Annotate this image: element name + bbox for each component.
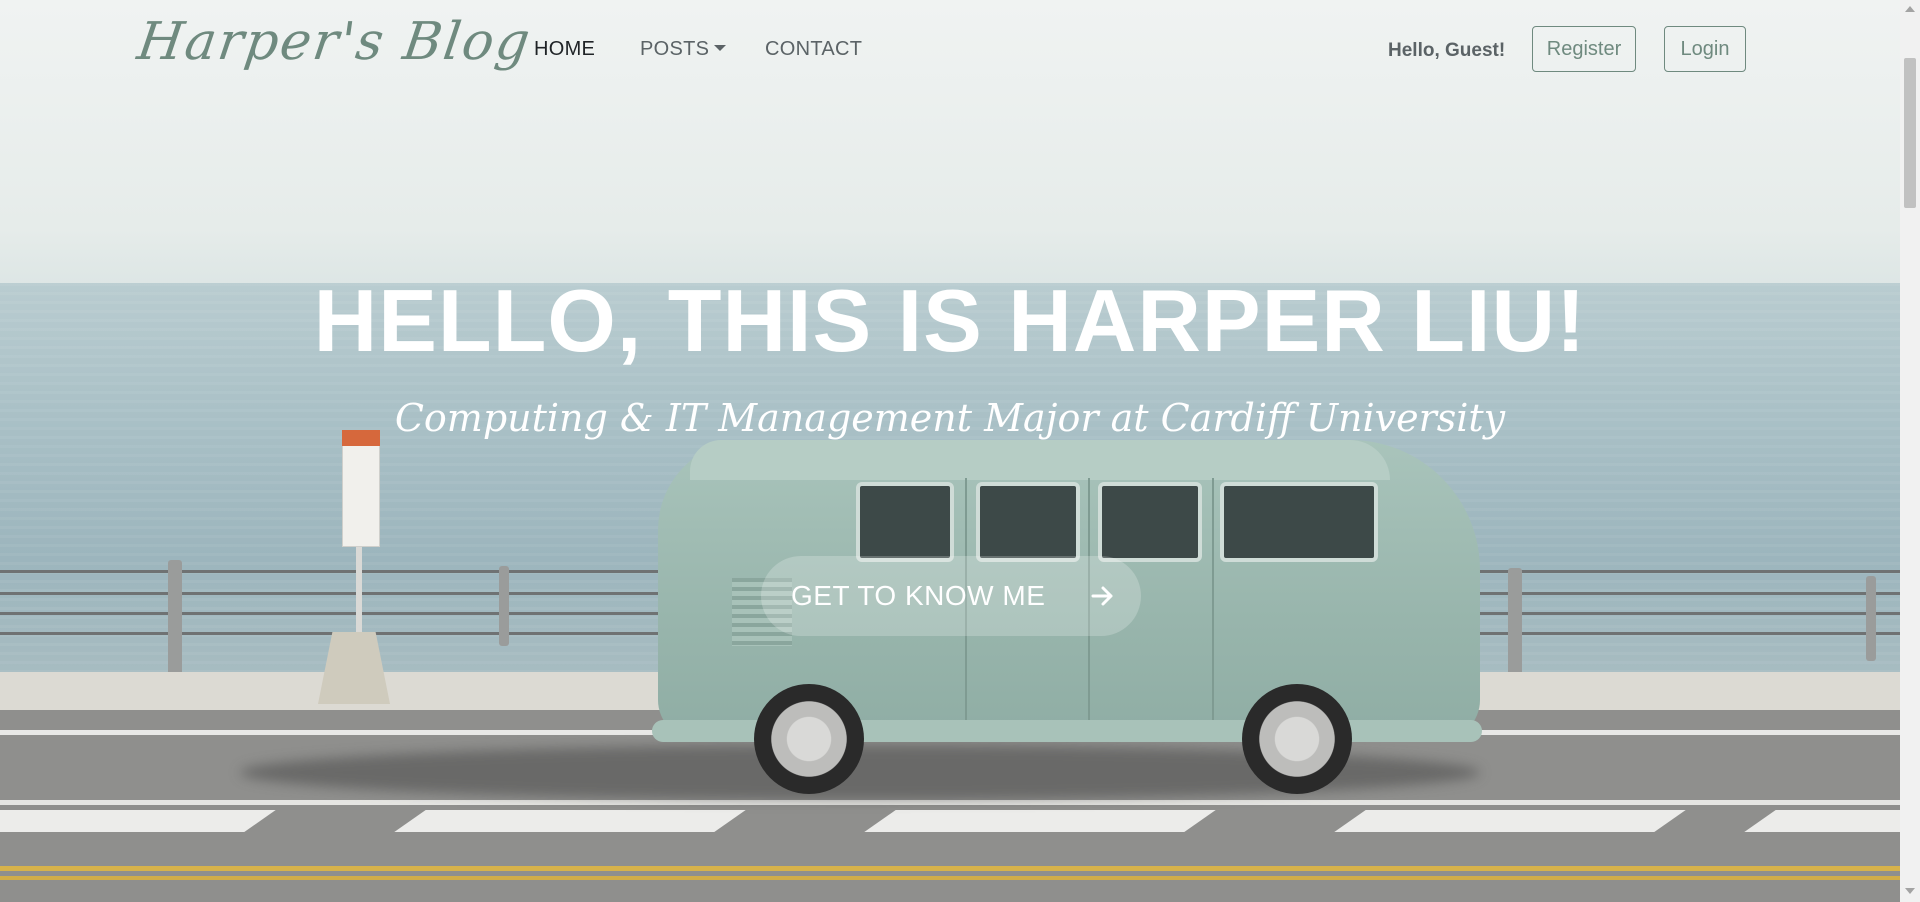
bus-stop-sign	[342, 430, 380, 547]
nav-contact[interactable]: CONTACT	[765, 38, 862, 61]
login-button-label: Login	[1680, 37, 1730, 60]
hero-title: HELLO, THIS IS HARPER LIU!	[313, 271, 1587, 370]
caret-down-icon	[714, 45, 727, 51]
login-button[interactable]: Login	[1664, 26, 1746, 72]
van-wheel	[1242, 684, 1352, 794]
brand-logo[interactable]: Harper's Blog	[134, 6, 536, 86]
scrollbar-thumb[interactable]	[1904, 58, 1916, 208]
hero-background-image	[0, 0, 1900, 902]
get-to-know-me-button[interactable]: GET TO KNOW ME	[761, 556, 1141, 636]
road-yellow-line	[0, 876, 1900, 880]
road-yellow-line	[0, 866, 1900, 871]
brand-logo-text: Harper's Blog	[133, 12, 536, 72]
crosswalk-stripe	[394, 810, 746, 832]
crosswalk-stripe	[864, 810, 1216, 832]
register-button-label: Register	[1546, 37, 1622, 60]
van-windshield	[1220, 482, 1378, 562]
scroll-down-icon[interactable]	[1905, 888, 1915, 894]
register-button[interactable]: Register	[1532, 26, 1636, 72]
van-roof	[690, 440, 1390, 480]
crosswalk-stripe	[0, 810, 276, 832]
van-wheel	[754, 684, 864, 794]
page: Harper's Blog HOME POSTS CONTACT Hello, …	[0, 0, 1920, 902]
railing-post	[1866, 576, 1876, 661]
van-window	[856, 482, 954, 562]
user-greeting: Hello, Guest!	[1388, 40, 1506, 61]
van-door-line	[1212, 478, 1214, 728]
navbar: Harper's Blog HOME POSTS CONTACT Hello, …	[0, 0, 1900, 102]
arrow-right-icon	[1091, 586, 1113, 606]
nav-posts-label: POSTS	[640, 38, 710, 60]
scroll-up-icon[interactable]	[1905, 6, 1915, 12]
crosswalk-stripe	[1334, 810, 1686, 832]
nav-home[interactable]: HOME	[534, 38, 595, 61]
bus-stop-pole	[356, 540, 362, 640]
page-scrollbar[interactable]	[1900, 0, 1920, 902]
van-window	[1098, 482, 1202, 562]
nav-posts-dropdown[interactable]: POSTS	[640, 38, 727, 61]
cta-label: GET TO KNOW ME	[791, 580, 1046, 611]
railing-post	[499, 566, 509, 646]
road-line	[0, 800, 1900, 805]
van-window	[976, 482, 1080, 562]
hero-subtitle: Computing & IT Management Major at Cardi…	[394, 396, 1506, 440]
